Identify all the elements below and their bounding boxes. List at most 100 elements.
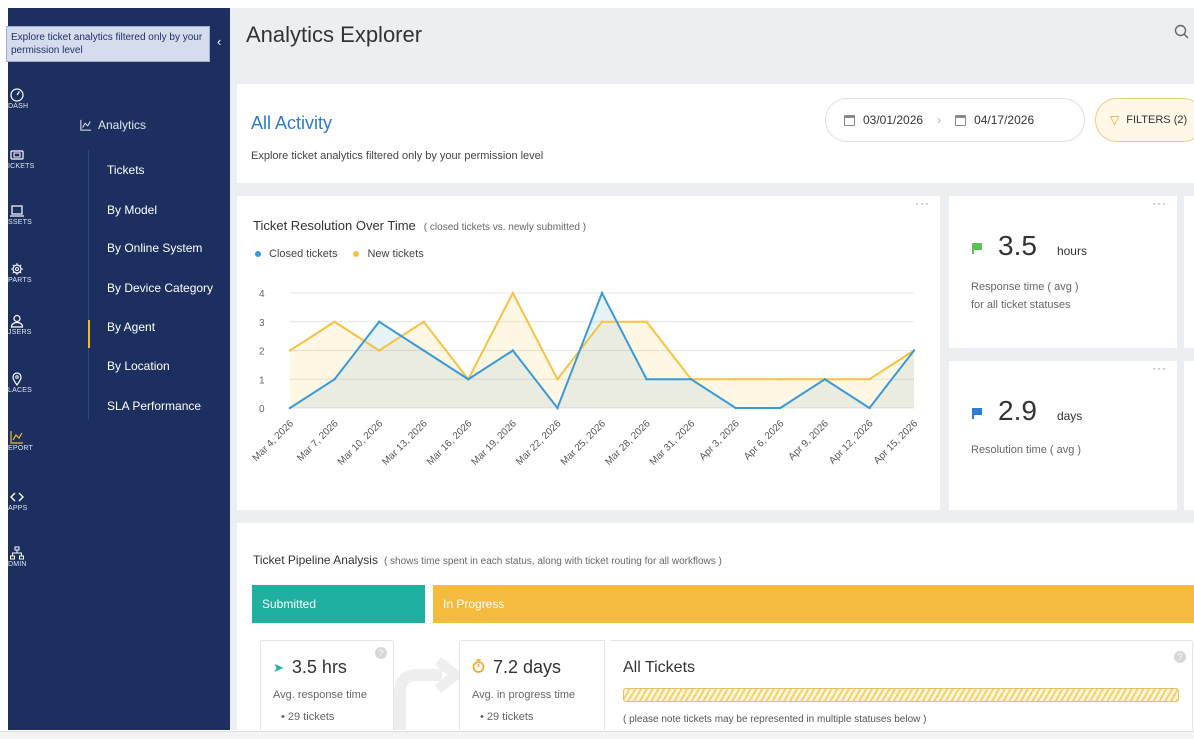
gauge-icon: [10, 88, 24, 102]
data-point: [511, 291, 515, 295]
data-point: [377, 349, 381, 352]
card-edge: [1184, 196, 1194, 348]
date-to[interactable]: 04/17/2026: [974, 113, 1034, 127]
stat-label: Avg. response time: [273, 689, 367, 701]
data-point: [467, 378, 470, 381]
analytics-subnav: Analytics Tickets By Model By Online Sys…: [44, 8, 230, 730]
response-time-value: 3.5 hours: [971, 230, 1087, 262]
all-tickets-panel: All Tickets ? ( please note tickets may …: [611, 640, 1193, 730]
filters-button[interactable]: ▽ FILTERS (2): [1095, 98, 1194, 142]
all-tickets-bar[interactable]: [623, 688, 1179, 702]
line-area-chart: 01234Mar 4, 2026 Mar 7, 2026Mar 10, 2026M…: [251, 289, 921, 468]
x-tick-label: Apr 15, 2026: [872, 418, 921, 467]
progress-value: 7.2 days: [472, 657, 561, 678]
window-bottom-edge: [0, 731, 1194, 739]
metric-value: 2.9: [998, 395, 1037, 426]
subnav-item-sla-performance[interactable]: SLA Performance: [107, 399, 201, 413]
subnav-item-by-location[interactable]: By Location: [107, 359, 170, 373]
data-point: [734, 378, 737, 381]
y-tick-label: 4: [259, 289, 265, 300]
rail-label: ICKETS: [8, 163, 35, 170]
rail-item-apps[interactable]: APPS: [8, 490, 44, 512]
rail-label: PARTS: [8, 277, 32, 284]
subnav-item-by-device-category[interactable]: By Device Category: [107, 281, 213, 295]
data-point: [333, 320, 336, 323]
help-icon[interactable]: ?: [375, 647, 387, 659]
metric-unit: days: [1056, 409, 1083, 423]
all-tickets-note: ( please note tickets may be represented…: [623, 714, 927, 725]
pipeline-title-text: Ticket Pipeline Analysis: [253, 553, 378, 567]
filter-icon: ▽: [1110, 113, 1120, 127]
routing-arrow-icon: [394, 657, 460, 730]
chevron-right-icon: ›: [937, 113, 942, 127]
rail-item-admin[interactable]: DMIN: [8, 546, 44, 568]
rail-item-report[interactable]: EPORT: [8, 430, 44, 452]
x-tick-label: Apr 12, 2026: [827, 418, 876, 467]
ticket-pipeline-card: Ticket Pipeline Analysis ( shows time spe…: [237, 523, 1194, 730]
subnav-item-tickets[interactable]: Tickets: [107, 163, 145, 177]
data-point: [377, 320, 381, 323]
x-tick-label: Mar 10, 2026: [336, 418, 386, 468]
activity-title: All Activity: [251, 113, 333, 133]
analytics-section-header[interactable]: Analytics: [80, 118, 146, 132]
x-tick-label: Mar 31, 2026: [648, 418, 698, 468]
data-point: [556, 378, 559, 381]
stage-in-progress[interactable]: In Progress: [433, 585, 1194, 623]
stat-value: 7.2 days: [493, 657, 562, 677]
x-tick-label: Mar 13, 2026: [380, 418, 430, 468]
stat-count-text: 29 tickets: [486, 711, 534, 723]
rail-item-users[interactable]: JSERS: [8, 314, 44, 336]
page-header: Analytics Explorer: [230, 8, 1194, 84]
rail-item-dash[interactable]: DASH: [8, 88, 44, 110]
submitted-stat-box: ? ➤ 3.5 hrs Avg. response time • 29 tick…: [260, 640, 394, 730]
x-tick-label: Apr 6, 2026: [742, 418, 787, 463]
rail-item-places[interactable]: LACES: [8, 372, 44, 394]
code-icon: [10, 492, 24, 502]
search-icon[interactable]: [1174, 24, 1190, 45]
data-point: [868, 378, 871, 381]
data-point: [422, 320, 425, 323]
calendar-icon: [844, 114, 855, 126]
stat-count: • 29 tickets: [480, 711, 534, 723]
pin-icon: [12, 372, 22, 386]
rail-label: JSERS: [8, 329, 32, 336]
rail-item-assets[interactable]: SSETS: [8, 204, 44, 226]
collapse-chevron-icon[interactable]: ‹: [217, 34, 221, 49]
stage-submitted[interactable]: Submitted: [252, 585, 425, 623]
x-tick-label: Mar 7, 2026: [295, 418, 341, 464]
chart-icon: [80, 119, 92, 131]
card-menu-icon[interactable]: ···: [1152, 361, 1167, 375]
date-range-picker[interactable]: 03/01/2026 › 04/17/2026: [825, 98, 1085, 142]
subnav-item-by-online-system[interactable]: By Online System: [107, 241, 202, 255]
subnav-item-by-agent[interactable]: By Agent: [107, 320, 155, 334]
ticket-resolution-chart-card: ··· Ticket Resolution Over Time( closed …: [237, 196, 940, 510]
data-point: [823, 378, 827, 381]
data-point: [600, 291, 604, 295]
activity-card: All Activity Explore ticket analytics fi…: [237, 84, 1194, 183]
date-from[interactable]: 03/01/2026: [863, 113, 923, 127]
data-point: [511, 349, 515, 352]
rail-item-parts[interactable]: PARTS: [8, 262, 44, 284]
all-tickets-title: All Tickets: [623, 659, 696, 676]
stat-count-text: 29 tickets: [287, 711, 335, 723]
metric-description: Resolution time ( avg ): [971, 441, 1161, 459]
help-icon[interactable]: ?: [1174, 651, 1186, 663]
section-label: Analytics: [98, 118, 147, 132]
x-tick-label: Apr 3, 2026: [697, 418, 742, 463]
data-point: [779, 378, 782, 381]
card-menu-icon[interactable]: ···: [1152, 196, 1167, 210]
data-point: [333, 378, 336, 381]
data-point: [288, 349, 292, 352]
rail-item-tickets[interactable]: ICKETS: [8, 148, 44, 170]
x-tick-label: Mar 19, 2026: [470, 418, 520, 468]
data-point: [600, 320, 604, 323]
y-tick-label: 2: [259, 347, 265, 358]
subnav-item-by-model[interactable]: By Model: [107, 203, 157, 217]
data-point: [734, 406, 737, 410]
data-point: [779, 406, 782, 410]
response-time-card: ··· 3.5 hours Response time ( avg ) for a…: [949, 196, 1177, 348]
stat-label: Avg. in progress time: [472, 689, 576, 701]
metric-desc-line: Response time ( avg ): [971, 281, 1079, 293]
x-tick-label: Mar 28, 2026: [603, 418, 653, 468]
stat-value: 3.5 hrs: [291, 657, 347, 677]
